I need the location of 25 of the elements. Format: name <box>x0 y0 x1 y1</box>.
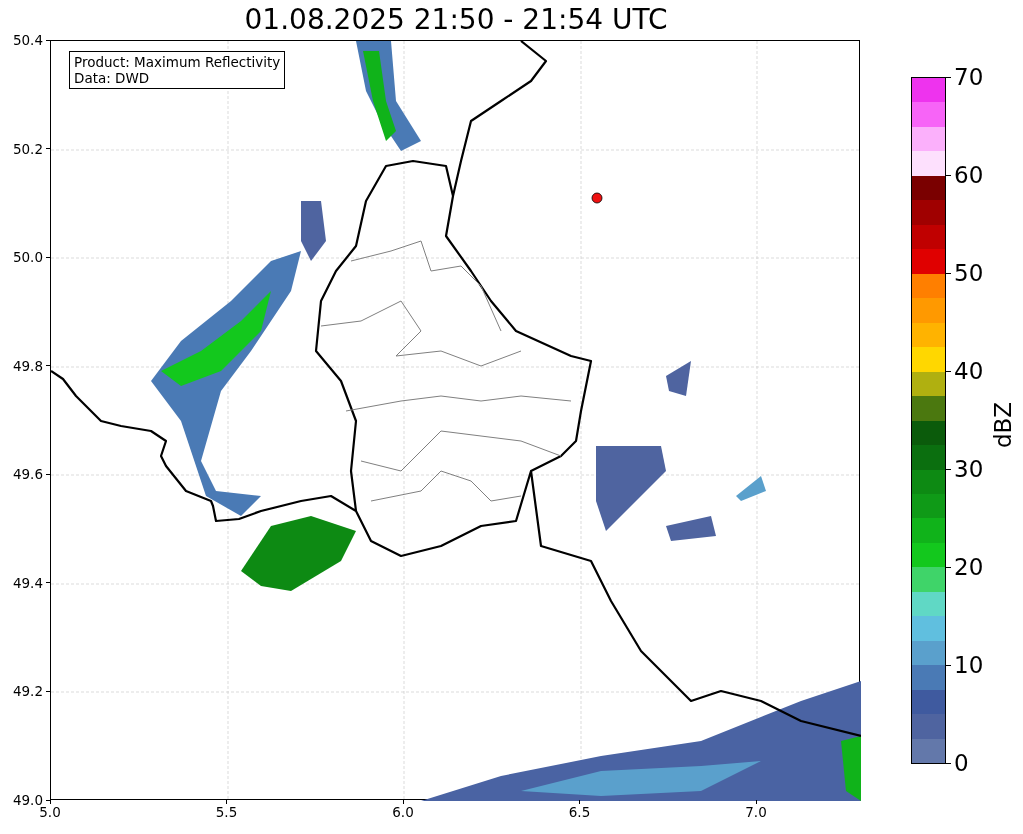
colorbar-tick-label: 50 <box>954 260 984 286</box>
x-tick-label: 5.5 <box>215 804 238 820</box>
radar-echo <box>666 361 691 396</box>
y-tick-label: 50.4 <box>12 32 43 48</box>
y-tick-label: 50.0 <box>12 249 43 266</box>
y-tick-label: 49.6 <box>12 466 43 483</box>
chart-title: 01.08.2025 21:50 - 21:54 UTC <box>243 2 669 38</box>
colorbar-label: dBZ <box>990 401 1016 449</box>
y-tick-label: 49.2 <box>12 683 43 700</box>
x-tick-label: 6.5 <box>568 804 591 820</box>
y-tick-label: 49.4 <box>12 574 43 591</box>
x-tick-label: 6.0 <box>392 804 414 820</box>
colorbar-tick-label: 40 <box>954 358 984 384</box>
colorbar-tick-label: 70 <box>954 64 984 90</box>
x-tick-label: 7.0 <box>745 804 767 820</box>
colorbar-tick-label: 30 <box>954 456 984 482</box>
colorbar-tick-label: 10 <box>954 652 984 678</box>
location-marker <box>591 192 603 204</box>
colorbar-tick-label: 20 <box>954 554 984 580</box>
radar-echo <box>736 476 766 501</box>
info-box: Product: Maximum Reflectivity Data: DWD <box>69 51 286 89</box>
y-tick-label: 50.2 <box>12 140 43 157</box>
y-tick-label: 49.8 <box>12 357 43 374</box>
colorbar-tick-label: 60 <box>954 162 984 188</box>
colorbar-tick-label: 0 <box>954 750 969 776</box>
